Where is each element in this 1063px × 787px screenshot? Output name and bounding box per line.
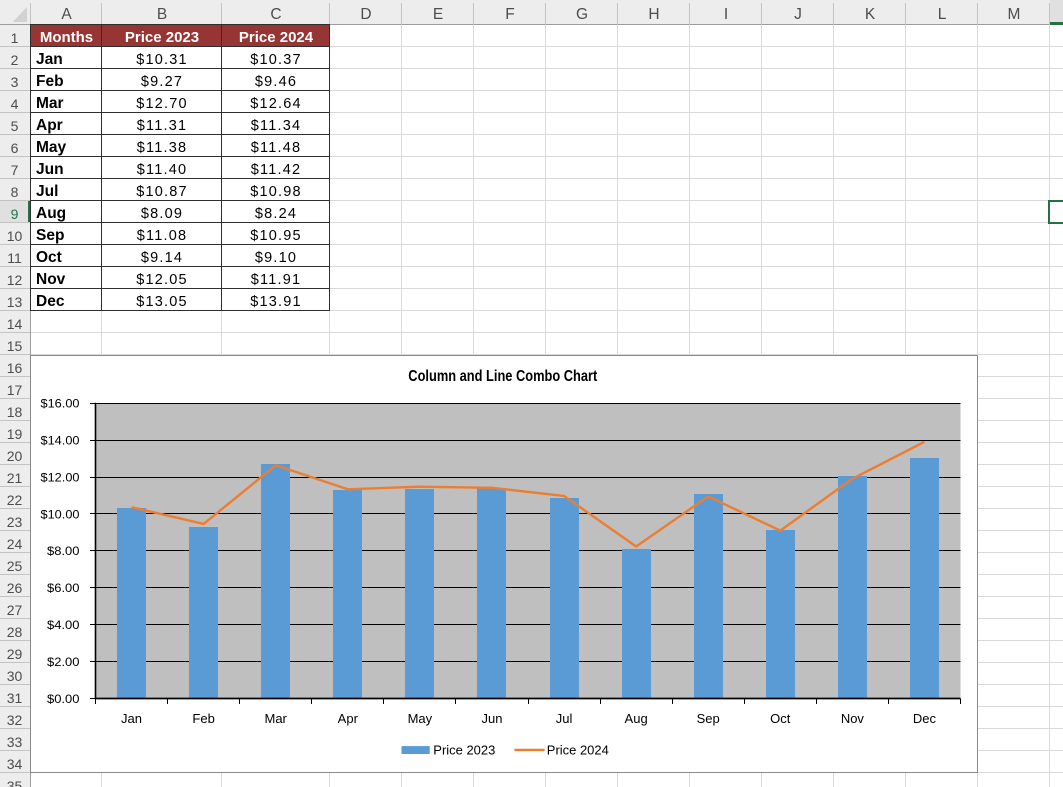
svg-text:Jan: Jan bbox=[121, 711, 142, 726]
svg-text:Column and Line Combo Chart: Column and Line Combo Chart bbox=[408, 368, 597, 385]
svg-text:$8.00: $8.00 bbox=[47, 544, 80, 558]
svg-text:Mar: Mar bbox=[265, 711, 288, 726]
svg-text:Jul: Jul bbox=[556, 711, 573, 726]
svg-text:Price 2023: Price 2023 bbox=[433, 742, 495, 757]
svg-text:$4.00: $4.00 bbox=[47, 618, 80, 632]
svg-text:$2.00: $2.00 bbox=[47, 655, 80, 669]
svg-text:$10.00: $10.00 bbox=[41, 507, 80, 521]
svg-text:Feb: Feb bbox=[192, 711, 214, 726]
svg-text:Dec: Dec bbox=[913, 711, 937, 726]
svg-text:$14.00: $14.00 bbox=[41, 434, 80, 448]
svg-text:Aug: Aug bbox=[625, 711, 648, 726]
svg-text:May: May bbox=[408, 711, 433, 726]
svg-text:$0.00: $0.00 bbox=[47, 692, 80, 706]
svg-text:Oct: Oct bbox=[770, 711, 791, 726]
svg-text:Apr: Apr bbox=[338, 711, 359, 726]
svg-text:$6.00: $6.00 bbox=[47, 581, 80, 595]
svg-text:Nov: Nov bbox=[841, 711, 865, 726]
svg-text:$16.00: $16.00 bbox=[41, 397, 80, 411]
svg-text:$12.00: $12.00 bbox=[41, 470, 80, 484]
svg-text:Sep: Sep bbox=[697, 711, 720, 726]
svg-text:Price 2024: Price 2024 bbox=[547, 742, 609, 757]
svg-text:Jun: Jun bbox=[481, 711, 502, 726]
